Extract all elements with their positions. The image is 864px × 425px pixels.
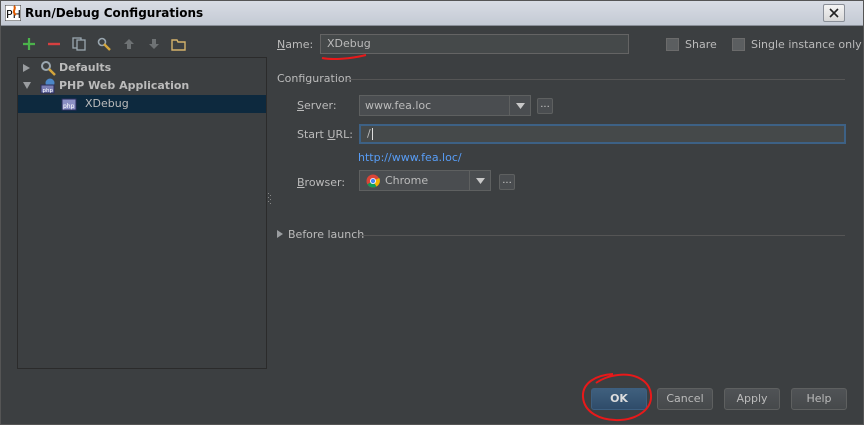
defaults-icon bbox=[41, 61, 56, 76]
name-label: Name: bbox=[277, 38, 314, 51]
config-tree[interactable]: Defaults php PHP Web Application php XDe… bbox=[17, 57, 267, 369]
apply-button[interactable]: Apply bbox=[724, 388, 780, 410]
chevron-down-icon bbox=[475, 177, 485, 184]
edit-defaults-button[interactable] bbox=[94, 35, 113, 54]
app-icon: РН bbox=[5, 5, 21, 21]
config-toolbar bbox=[19, 34, 188, 54]
single-instance-checkbox[interactable] bbox=[732, 38, 745, 51]
folder-icon bbox=[171, 38, 186, 51]
php-web-app-icon: php bbox=[40, 78, 55, 94]
create-folder-button[interactable] bbox=[169, 35, 188, 54]
chrome-icon bbox=[366, 174, 380, 188]
move-up-icon bbox=[123, 39, 134, 49]
move-up-button[interactable] bbox=[119, 35, 138, 54]
chevron-down-icon bbox=[515, 102, 525, 109]
before-launch-divider bbox=[360, 235, 845, 236]
copy-button[interactable] bbox=[69, 35, 88, 54]
add-icon bbox=[22, 38, 35, 50]
tree-item-label: XDebug bbox=[85, 97, 129, 110]
expand-arrow-icon[interactable] bbox=[22, 63, 31, 73]
server-dropdown-button[interactable] bbox=[509, 96, 530, 115]
run-debug-dialog: РН Run/Debug Configurations Defaults php… bbox=[0, 0, 864, 425]
move-down-icon bbox=[148, 39, 159, 49]
add-button[interactable] bbox=[19, 35, 38, 54]
configuration-section-label: Configuration bbox=[277, 72, 352, 85]
single-instance-label: Single instance only bbox=[751, 38, 862, 51]
title-bar: РН Run/Debug Configurations bbox=[1, 1, 863, 26]
tree-item-defaults[interactable]: Defaults bbox=[18, 59, 266, 77]
collapse-arrow-icon[interactable] bbox=[22, 81, 32, 90]
php-file-icon: php bbox=[61, 98, 77, 111]
server-value: www.fea.loc bbox=[365, 99, 432, 112]
browser-combobox[interactable]: Chrome bbox=[359, 170, 491, 191]
tree-item-label: Defaults bbox=[59, 61, 112, 74]
tree-item-php-web-application[interactable]: php PHP Web Application bbox=[18, 77, 266, 95]
text-caret bbox=[371, 128, 373, 140]
ok-button[interactable]: OK bbox=[591, 388, 647, 410]
share-checkbox[interactable] bbox=[666, 38, 679, 51]
tree-item-label: PHP Web Application bbox=[59, 79, 190, 92]
resolved-url-link[interactable]: http://www.fea.loc/ bbox=[358, 151, 462, 164]
splitter-handle-icon[interactable] bbox=[268, 193, 271, 205]
expand-arrow-icon[interactable] bbox=[277, 230, 283, 238]
copy-icon bbox=[71, 37, 86, 51]
edit-defaults-icon bbox=[97, 37, 111, 51]
name-field[interactable]: XDebug bbox=[320, 34, 629, 54]
start-url-label: Start URL: bbox=[297, 128, 353, 141]
window-title: Run/Debug Configurations bbox=[25, 6, 204, 20]
close-button[interactable] bbox=[823, 4, 845, 22]
browser-dropdown-button[interactable] bbox=[469, 171, 490, 190]
move-down-button[interactable] bbox=[144, 35, 163, 54]
start-url-value: / bbox=[367, 127, 371, 140]
remove-button[interactable] bbox=[44, 35, 63, 54]
start-url-field[interactable]: / bbox=[359, 124, 846, 144]
cancel-button[interactable]: Cancel bbox=[657, 388, 713, 410]
server-browse-button[interactable]: ... bbox=[537, 98, 553, 114]
section-divider bbox=[347, 79, 845, 80]
svg-text:php: php bbox=[63, 103, 75, 110]
remove-icon bbox=[47, 42, 60, 46]
tree-item-xdebug[interactable]: php XDebug bbox=[18, 95, 266, 113]
browser-label: Browser: bbox=[297, 176, 346, 189]
browser-value: Chrome bbox=[385, 174, 429, 187]
close-icon bbox=[829, 8, 839, 18]
before-launch-label[interactable]: Before launch bbox=[288, 228, 364, 241]
svg-text:php: php bbox=[43, 88, 54, 94]
server-combobox[interactable]: www.fea.loc bbox=[359, 95, 531, 116]
help-button[interactable]: Help bbox=[791, 388, 847, 410]
browser-browse-button[interactable]: ... bbox=[499, 174, 515, 190]
server-label: Server: bbox=[297, 99, 337, 112]
share-label: Share bbox=[685, 38, 717, 51]
